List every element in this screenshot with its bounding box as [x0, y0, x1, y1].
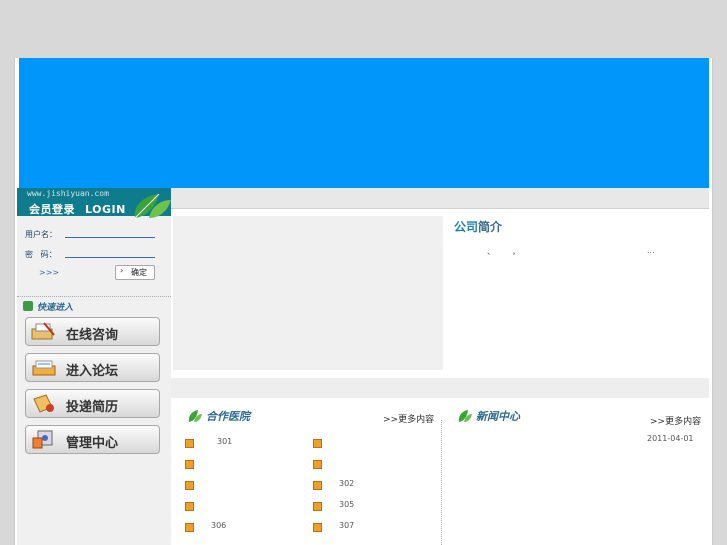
partner-item[interactable]: 305 [339, 500, 354, 509]
company-image [173, 216, 443, 370]
left-sidebar: www.jishiyuan.com 会员登录 LOGIN 用户名： 密 码： >>… [17, 188, 171, 545]
quick-button-resume-label: 投递简历 [66, 400, 119, 415]
about-title-b: 简介 [478, 220, 503, 234]
news-date: 2011-04-01 [647, 434, 694, 443]
username-input[interactable] [65, 237, 155, 238]
bullet-icon [313, 481, 322, 490]
news-title: 新闻中心 [457, 408, 520, 424]
news-more-link[interactable]: >>更多内容 [650, 414, 701, 427]
quick-button-admin[interactable]: 管理中心 [25, 425, 160, 454]
partners-more-link[interactable]: >>更多内容 [383, 412, 434, 425]
login-title-cn: 会员登录 [29, 203, 75, 216]
news-title-b: 中心 [498, 410, 520, 423]
partner-item[interactable]: 302 [339, 479, 354, 488]
about-title: 公司简介 [454, 218, 502, 235]
login-title: 会员登录 LOGIN [29, 201, 126, 217]
about-text-3: ... [647, 246, 655, 255]
partner-item[interactable]: 307 [339, 521, 354, 530]
login-submit-button[interactable]: › 确定 [115, 265, 155, 280]
bullet-icon [313, 523, 322, 532]
leaf-icon [458, 410, 472, 422]
panel-divider [441, 420, 442, 545]
about-text-1: 、 [487, 247, 495, 256]
bullet-icon [313, 460, 322, 469]
bullet-icon [185, 481, 194, 490]
consult-icon [31, 322, 55, 340]
quick-access-icon [23, 301, 33, 311]
about-title-a: 公司 [454, 220, 479, 234]
password-label: 密 码： [25, 250, 57, 259]
leaf-icon [188, 410, 202, 422]
quick-access-title: 快速进入 [23, 300, 73, 313]
partners-title-b: 医院 [228, 410, 250, 423]
quick-button-resume[interactable]: 投递简历 [25, 389, 160, 418]
username-label: 用户名： [25, 230, 57, 239]
arrow-right-icon: › [120, 266, 124, 275]
register-link[interactable]: >>> [39, 268, 59, 277]
resume-icon [33, 394, 54, 413]
bullet-icon [185, 460, 194, 469]
leaf-icon [134, 193, 171, 219]
password-input[interactable] [65, 257, 155, 258]
section-divider [171, 378, 709, 398]
main-content: 公司简介 、 ， ... 合作医院 >>更多内容 301 306 302 305… [171, 188, 709, 545]
news-title-a: 新闻 [476, 410, 498, 423]
quick-button-consult[interactable]: 在线咨询 [25, 317, 160, 346]
quick-button-forum[interactable]: 进入论坛 [25, 353, 160, 382]
login-submit-label: 确定 [131, 268, 147, 277]
login-title-en: LOGIN [85, 203, 126, 216]
partners-title: 合作医院 [187, 408, 250, 424]
site-url: www.jishiyuan.com [27, 189, 109, 198]
admin-icon [32, 430, 53, 449]
partners-title-a: 合作 [206, 410, 228, 423]
top-strip [171, 188, 709, 209]
about-text: 、 ， ... [454, 246, 704, 258]
quick-access-label: 快速进入 [37, 303, 74, 313]
forum-icon [32, 360, 56, 376]
bullet-icon [185, 439, 194, 448]
quick-button-consult-label: 在线咨询 [66, 328, 119, 343]
header-banner [19, 58, 709, 188]
bullet-icon [313, 502, 322, 511]
partner-item[interactable]: 301 [217, 437, 232, 446]
about-text-2: ， [512, 247, 520, 256]
quick-button-forum-label: 进入论坛 [66, 364, 119, 379]
quick-button-admin-label: 管理中心 [66, 436, 119, 451]
bullet-icon [185, 523, 194, 532]
bullet-icon [185, 502, 194, 511]
page-container: www.jishiyuan.com 会员登录 LOGIN 用户名： 密 码： >>… [14, 58, 713, 545]
sidebar-divider [17, 296, 171, 297]
partner-item[interactable]: 306 [211, 521, 226, 530]
bullet-icon [313, 439, 322, 448]
